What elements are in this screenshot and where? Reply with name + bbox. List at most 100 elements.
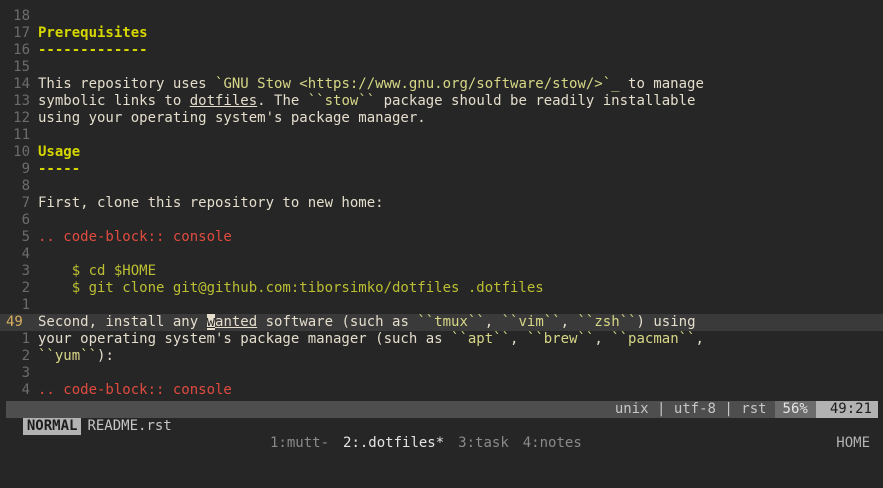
line-content: .. code-block:: console bbox=[32, 229, 232, 246]
line-number: 11 bbox=[13, 127, 30, 143]
text-segment: anted bbox=[215, 314, 258, 330]
tmux-window-1[interactable]: 1:mutt- bbox=[270, 434, 329, 452]
text-segment: software (such as bbox=[257, 314, 418, 330]
editor-line[interactable]: 8 bbox=[0, 178, 883, 195]
text-segment: , bbox=[594, 331, 612, 347]
scroll-percent: 56% bbox=[774, 401, 816, 418]
line-content: ----- bbox=[32, 161, 80, 178]
text-segment: ``apt`` bbox=[451, 331, 511, 347]
line-content: using your operating system's package ma… bbox=[32, 110, 426, 127]
line-content: ``yum``): bbox=[32, 348, 114, 365]
line-number: 15 bbox=[13, 59, 30, 75]
editor-line[interactable]: 2 ``yum``): bbox=[0, 348, 883, 365]
text-segment: to manage bbox=[619, 76, 704, 92]
editor-line[interactable]: 3 $ cd $HOME bbox=[0, 263, 883, 280]
line-number: 4 bbox=[21, 246, 30, 262]
text-segment: ): bbox=[97, 348, 114, 364]
text-segment: ------------- bbox=[38, 42, 148, 58]
editor-line[interactable]: 13 symbolic links to dotfiles. The ``stow… bbox=[0, 93, 883, 110]
text-segment: .. code-block:: console bbox=[38, 382, 232, 398]
text-segment: Second, install any bbox=[38, 314, 207, 330]
editor-line[interactable]: 1 your operating system's package manager… bbox=[0, 331, 883, 348]
text-segment: using your operating system's package ma… bbox=[38, 110, 426, 126]
line-number: 9 bbox=[21, 161, 30, 177]
text-segment: ``yum`` bbox=[38, 348, 98, 364]
line-number: 12 bbox=[13, 110, 30, 126]
text-segment: ``brew`` bbox=[526, 331, 595, 347]
text-segment: ``pacman`` bbox=[611, 331, 696, 347]
editor-line[interactable]: 1 bbox=[0, 297, 883, 314]
text-segment: , bbox=[484, 314, 502, 330]
text-segment: ``vim`` bbox=[501, 314, 561, 330]
editor-line[interactable]: 4 bbox=[0, 246, 883, 263]
line-number: 2 bbox=[21, 348, 30, 364]
editor-line[interactable]: 2 $ git clone git@github.com:tiborsimko/… bbox=[0, 280, 883, 297]
tmux-window-4[interactable]: 4:notes bbox=[523, 434, 582, 452]
text-segment: ``zsh`` bbox=[577, 314, 637, 330]
line-number: 49 bbox=[6, 314, 23, 330]
text-segment: , bbox=[695, 331, 704, 347]
text-segment: package should be readily installable bbox=[375, 93, 696, 109]
line-number: 3 bbox=[21, 263, 30, 279]
editor-line[interactable]: 6 bbox=[0, 212, 883, 229]
text-segment: ----- bbox=[38, 161, 81, 177]
line-content: Usage bbox=[32, 144, 80, 161]
text-segment: ``tmux`` bbox=[417, 314, 485, 330]
text-segment: symbolic links to bbox=[38, 93, 190, 109]
text-segment: , bbox=[510, 331, 527, 347]
text-segment: $ cd $HOME bbox=[38, 263, 157, 279]
editor-line[interactable]: 12 using your operating system's package … bbox=[0, 110, 883, 127]
mode-indicator: NORMAL bbox=[22, 418, 82, 435]
editor-line[interactable]: 17 Prerequisites bbox=[0, 25, 883, 42]
editor-line[interactable]: 16 ------------- bbox=[0, 42, 883, 59]
line-number: 6 bbox=[21, 212, 30, 228]
line-content: Second, install any wanted software (suc… bbox=[32, 314, 696, 331]
line-number: 7 bbox=[21, 195, 30, 211]
text-segment: This repository uses bbox=[38, 76, 216, 92]
editor-buffer[interactable]: 18 17 Prerequisites 16 ------------- 15 14 This… bbox=[0, 8, 883, 400]
line-number: 3 bbox=[21, 365, 30, 381]
editor-line[interactable]: 3 bbox=[0, 365, 883, 382]
line-number: 10 bbox=[13, 144, 30, 160]
line-number: 18 bbox=[13, 8, 30, 24]
text-segment: $ git clone git@github.com:tiborsimko/do… bbox=[38, 280, 544, 296]
editor-line[interactable]: 9 ----- bbox=[0, 161, 883, 178]
text-segment: Prerequisites bbox=[38, 25, 148, 41]
line-content: $ git clone git@github.com:tiborsimko/do… bbox=[32, 280, 544, 297]
line-number: 1 bbox=[21, 331, 30, 347]
line-content: Prerequisites bbox=[32, 25, 148, 42]
tmux-session-name: HOME bbox=[836, 435, 870, 451]
text-cursor: w bbox=[206, 314, 216, 330]
tmux-window-3[interactable]: 3:task bbox=[458, 434, 509, 452]
line-number: 17 bbox=[13, 25, 30, 41]
current-line[interactable]: 49 Second, install any wanted software (s… bbox=[0, 314, 883, 331]
line-content: ------------- bbox=[32, 42, 148, 59]
editor-line[interactable]: 14 This repository uses `GNU Stow <https:… bbox=[0, 76, 883, 93]
editor-line[interactable]: 11 bbox=[0, 127, 883, 144]
line-number: 8 bbox=[21, 178, 30, 194]
editor-line[interactable]: 7 First, clone this repository to new hom… bbox=[0, 195, 883, 212]
text-segment: First, clone this repository to new home… bbox=[38, 195, 384, 211]
editor-line[interactable]: 10 Usage bbox=[0, 144, 883, 161]
editor-line[interactable]: 4 .. code-block:: console bbox=[0, 382, 883, 399]
tmux-window-list: 1:mutt- 2:.dotfiles* 3:task 4:notes bbox=[270, 434, 596, 452]
text-segment: , bbox=[560, 314, 578, 330]
text-segment: . The bbox=[257, 93, 308, 109]
text-segment: your operating system's package manager … bbox=[38, 331, 452, 347]
line-number: 2 bbox=[21, 280, 30, 296]
tmux-window-2[interactable]: 2:.dotfiles* bbox=[343, 434, 444, 452]
text-segment: .. code-block:: console bbox=[38, 229, 232, 245]
editor-line[interactable]: 18 bbox=[0, 8, 883, 25]
line-content: .. code-block:: console bbox=[32, 382, 232, 399]
editor-line[interactable]: 15 bbox=[0, 59, 883, 76]
line-content: $ cd $HOME bbox=[32, 263, 156, 280]
editor-line[interactable]: 5 .. code-block:: console bbox=[0, 229, 883, 246]
line-number: 14 bbox=[13, 76, 30, 92]
line-number: 1 bbox=[21, 297, 30, 313]
vim-statusline: NORMAL README.rst unix | utf-8 | rst 56% 49… bbox=[6, 401, 878, 435]
file-format-info: unix | utf-8 | rst bbox=[614, 401, 767, 417]
text-segment: ``stow`` bbox=[307, 93, 376, 109]
filename-label: README.rst bbox=[87, 418, 172, 434]
text-segment: ) using bbox=[636, 314, 696, 330]
line-number: 13 bbox=[13, 93, 30, 109]
